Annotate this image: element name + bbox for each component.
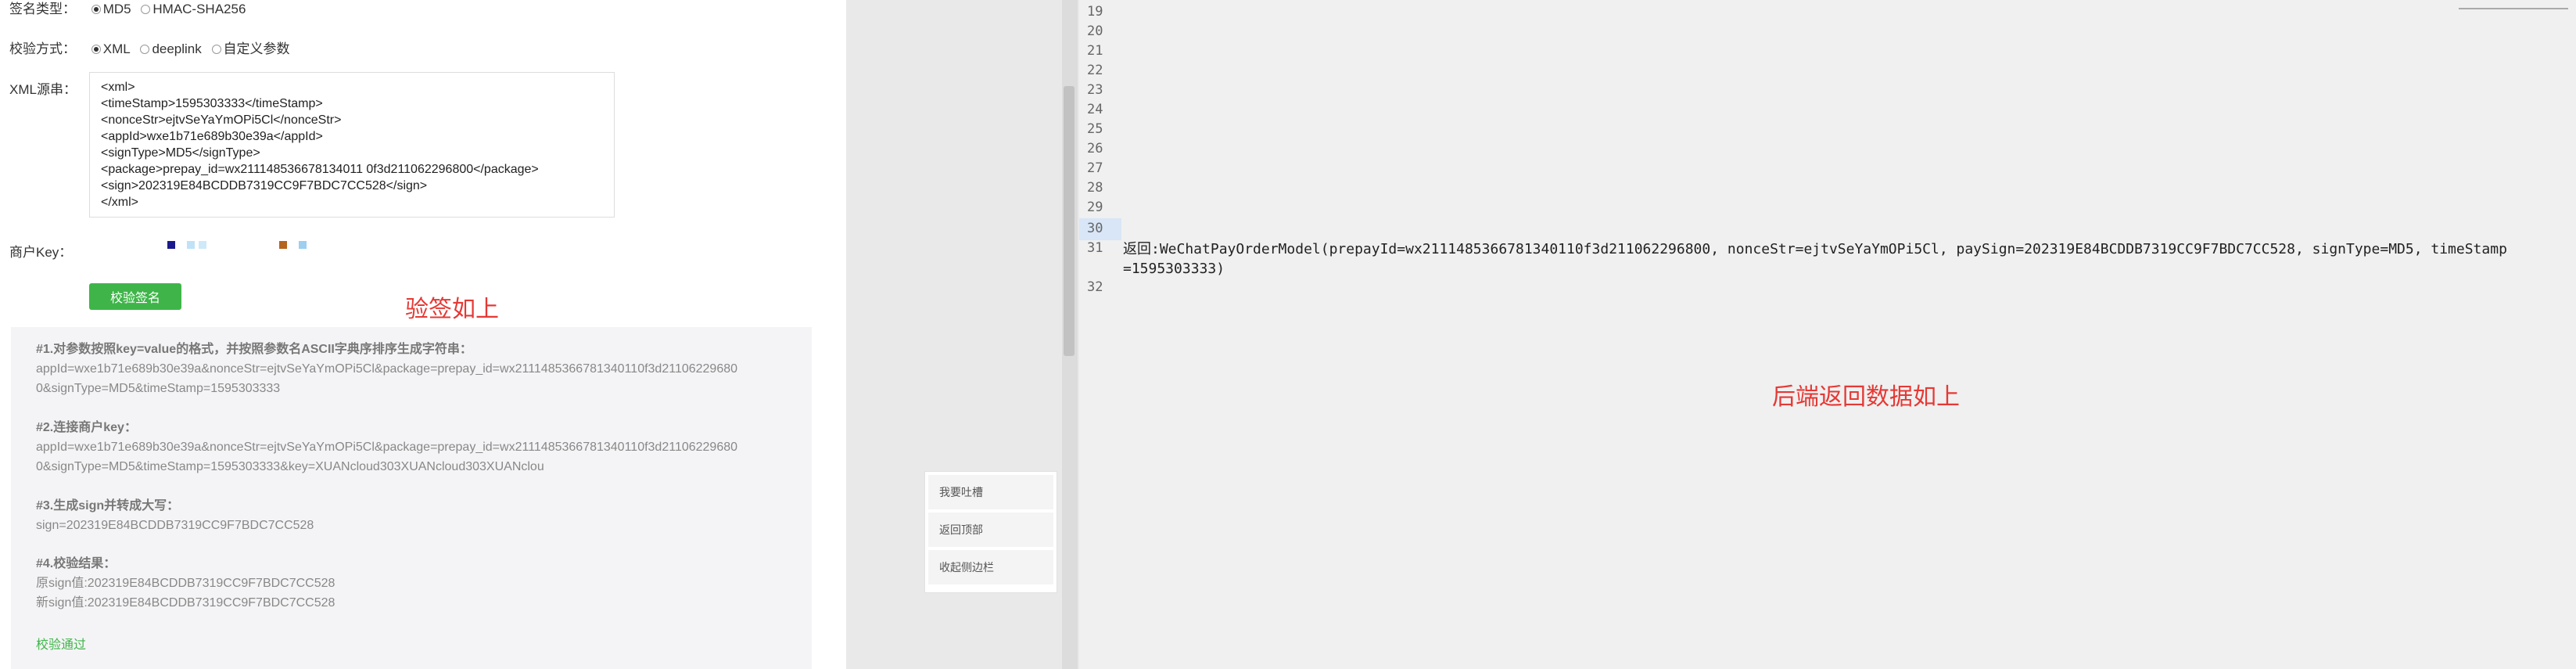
- step-2-line: appId=wxe1b71e689b30e39a&nonceStr=ejtvSe…: [36, 441, 738, 454]
- radio-icon[interactable]: [91, 45, 101, 54]
- merchant-key-label: 商户Key：: [9, 245, 73, 260]
- verify-method-label: 校验方式：: [9, 41, 76, 56]
- step-4-line: 原sign值:202319E84BCDDB7319CC9F7BDC7CC528: [36, 577, 335, 590]
- sign-type-label: 签名类型：: [9, 2, 76, 16]
- floating-menu: 我要吐槽 返回顶部 收起侧边栏: [924, 471, 1057, 593]
- radio-icon[interactable]: [141, 5, 151, 14]
- back-to-top-menu-item[interactable]: 返回顶部: [928, 513, 1053, 547]
- xml-line: <signType>MD5</signType>: [101, 146, 260, 160]
- verify-steps-panel: #1.对参数按照key=value的格式，并按照参数名ASCII字典序排序生成字…: [11, 327, 812, 669]
- annotation-left: 验签如上: [405, 297, 499, 322]
- scrollbar-thumb[interactable]: [1064, 86, 1075, 356]
- line-number: 25: [1087, 121, 1103, 137]
- step-3-line: sign=202319E84BCDDB7319CC9F7BDC7CC528: [36, 519, 314, 532]
- verify-sign-button[interactable]: 校验签名: [89, 283, 181, 310]
- verify-result: 校验通过: [36, 638, 87, 652]
- redaction-block: [299, 241, 307, 249]
- line-number: 28: [1087, 180, 1103, 196]
- line-number: 29: [1087, 200, 1103, 215]
- verify-tool-panel: 签名类型： MD5 HMAC-SHA256 校验方式： XML deeplink…: [0, 0, 846, 669]
- redaction-block: [199, 241, 206, 249]
- method-custom[interactable]: 自定义参数: [211, 41, 290, 56]
- line-number: 26: [1087, 141, 1103, 156]
- radio-icon[interactable]: [91, 5, 101, 14]
- sign-type-md5[interactable]: MD5: [91, 2, 131, 16]
- merchant-key-input-redacted[interactable]: [89, 236, 339, 258]
- step-1-line: appId=wxe1b71e689b30e39a&nonceStr=ejtvSe…: [36, 362, 738, 376]
- line-number: 27: [1087, 160, 1103, 176]
- divider: [2459, 8, 2568, 9]
- line-number-gutter: [1079, 0, 1121, 669]
- xml-line: <appId>wxe1b71e689b30e39a</appId>: [101, 130, 323, 143]
- step-2: #2.连接商户key： appId=wxe1b71e689b30e39a&non…: [36, 418, 737, 477]
- code-output-line: 返回:WeChatPayOrderModel(prepayId=wx211148…: [1123, 241, 2507, 277]
- step-3-title: #3.生成sign并转成大写：: [36, 499, 180, 513]
- step-1-title: #1.对参数按照key=value的格式，并按照参数名ASCII字典序排序生成字…: [36, 343, 472, 356]
- collapse-sidebar-menu-item[interactable]: 收起侧边栏: [928, 550, 1053, 584]
- line-number: 31: [1087, 240, 1103, 256]
- step-1: #1.对参数按照key=value的格式，并按照参数名ASCII字典序排序生成字…: [36, 340, 737, 398]
- step-3: #3.生成sign并转成大写： sign=202319E84BCDDB7319C…: [36, 496, 314, 535]
- method-deeplink[interactable]: deeplink: [140, 41, 202, 56]
- redaction-block: [167, 241, 175, 249]
- step-2-line: 0&signType=MD5&timeStamp=1595303333&key=…: [36, 460, 544, 473]
- step-2-title: #2.连接商户key：: [36, 421, 137, 434]
- xml-line: <timeStamp>1595303333</timeStamp>: [101, 97, 323, 110]
- line-number: 23: [1087, 82, 1103, 98]
- xml-line: <package>prepay_id=wx211148536678134011 …: [101, 163, 539, 176]
- feedback-menu-item[interactable]: 我要吐槽: [928, 475, 1053, 509]
- line-number: 19: [1087, 4, 1103, 20]
- line-number: 21: [1087, 43, 1103, 59]
- xml-line: <xml>: [101, 81, 135, 94]
- xml-source-textarea[interactable]: <xml> <timeStamp>1595303333</timeStamp> …: [89, 72, 615, 218]
- xml-line: <nonceStr>ejtvSeYaYmOPi5Cl</nonceStr>: [101, 113, 342, 127]
- xml-line: </xml>: [101, 196, 139, 209]
- step-4-title: #4.校验结果：: [36, 557, 117, 570]
- annotation-right: 后端返回数据如上: [1772, 384, 1960, 410]
- sign-type-hmac[interactable]: HMAC-SHA256: [141, 2, 246, 16]
- line-number: 24: [1087, 102, 1103, 117]
- redaction-block: [187, 241, 195, 249]
- radio-icon[interactable]: [140, 45, 150, 54]
- radio-icon[interactable]: [211, 45, 221, 54]
- xml-line: <sign>202319E84BCDDB7319CC9F7BDC7CC528</…: [101, 179, 428, 192]
- xml-source-label: XML源串：: [9, 82, 77, 97]
- redaction-block: [279, 241, 287, 249]
- step-4-line: 新sign值:202319E84BCDDB7319CC9F7BDC7CC528: [36, 596, 335, 610]
- verify-method-row: 校验方式： XML deeplink 自定义参数: [9, 38, 296, 57]
- line-number: 20: [1087, 23, 1103, 39]
- line-number: 30: [1087, 221, 1103, 236]
- method-xml[interactable]: XML: [91, 41, 131, 56]
- step-4: #4.校验结果： 原sign值:202319E84BCDDB7319CC9F7B…: [36, 554, 335, 613]
- line-number: 32: [1087, 279, 1103, 295]
- code-editor[interactable]: [1121, 0, 2576, 669]
- step-1-line: 0&signType=MD5&timeStamp=1595303333: [36, 382, 281, 395]
- line-number: 22: [1087, 63, 1103, 78]
- sign-type-row: 签名类型： MD5 HMAC-SHA256: [9, 0, 252, 17]
